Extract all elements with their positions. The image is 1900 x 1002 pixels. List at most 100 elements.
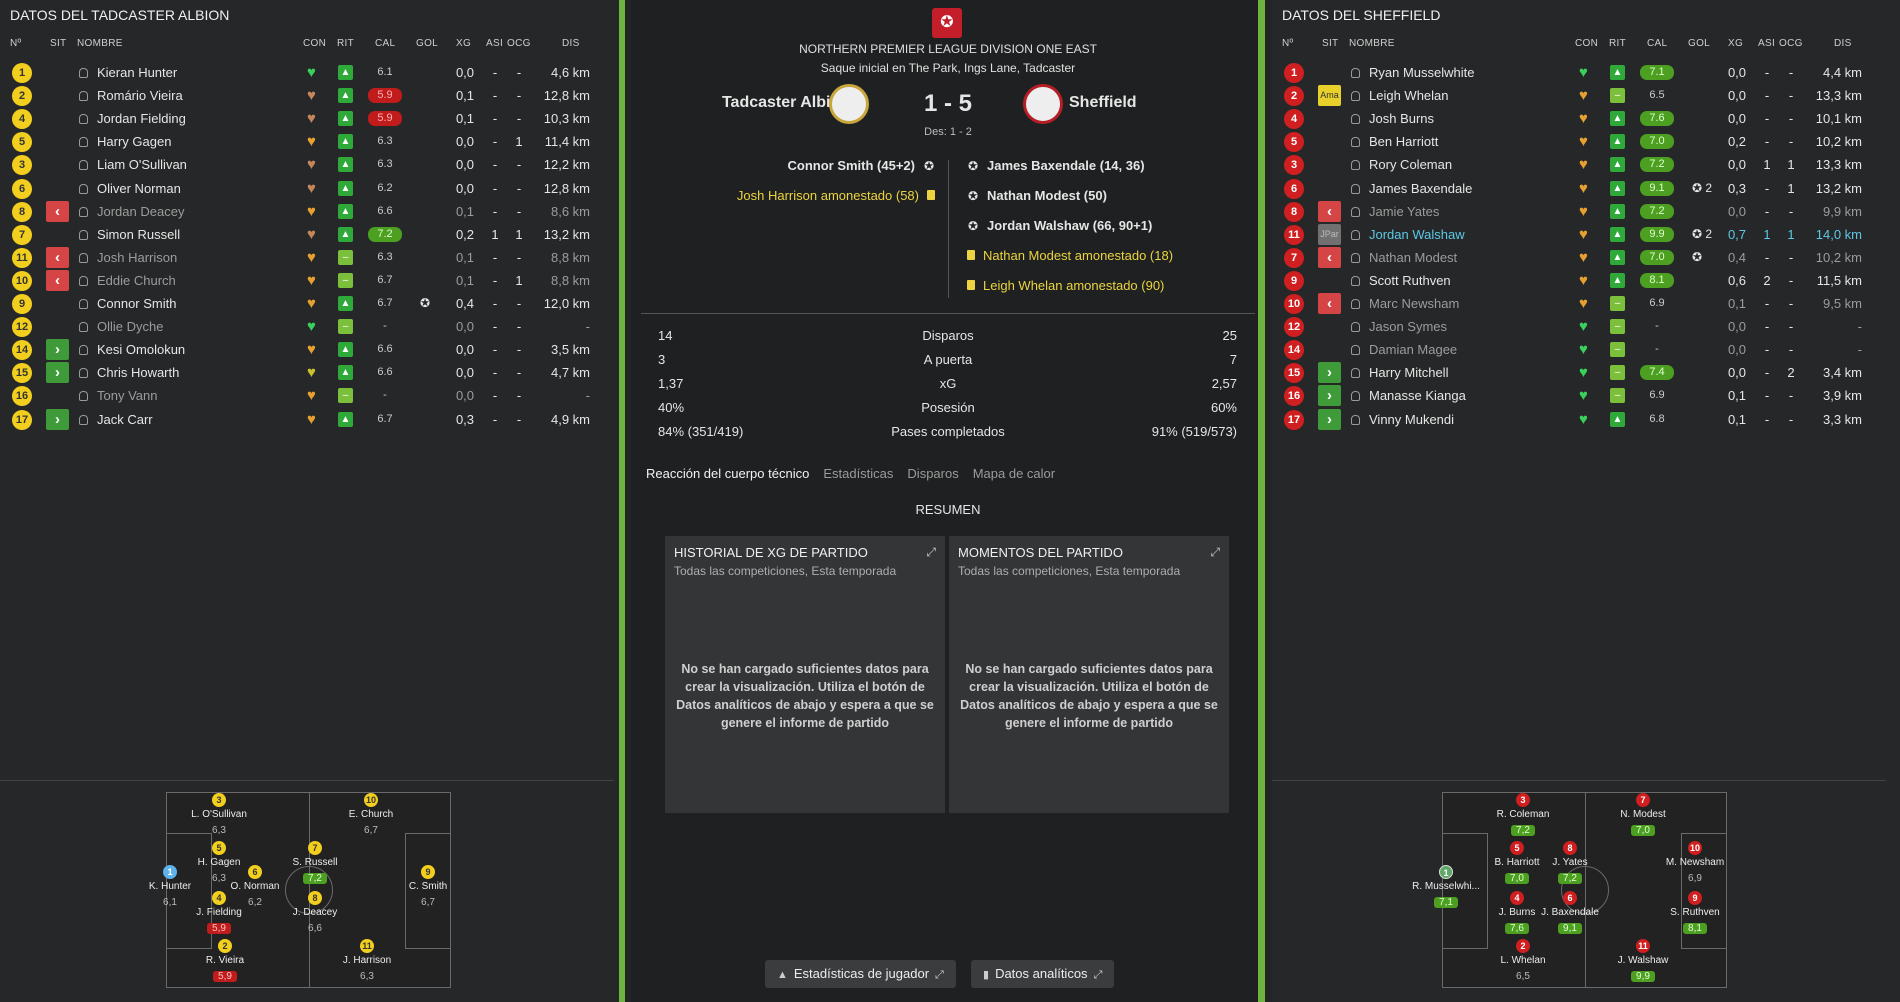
table-row[interactable]: 3 Liam O'Sullivan ♥ ▲ 6.3 0,0 - - 12,2 km <box>0 152 614 177</box>
player-name[interactable]: Scott Ruthven <box>1369 273 1451 288</box>
pitch-player[interactable]: 9 S. Ruthven 8,1 <box>1660 891 1730 936</box>
player-name[interactable]: Kesi Omolokun <box>97 342 185 357</box>
table-row[interactable]: 6 James Baxendale ♥ ▲ 9.1 ✪ 2 0,3 - 1 13,2 km <box>1272 176 1886 201</box>
col-rit[interactable]: RIT <box>1609 38 1626 49</box>
player-name[interactable]: Ryan Musselwhite <box>1369 65 1475 80</box>
player-name[interactable]: Nathan Modest <box>1369 250 1457 265</box>
table-row[interactable]: 11 JPar Jordan Walshaw ♥ ▲ 9.9 ✪ 2 0,7 1 1 14,0 km <box>1272 222 1886 247</box>
player-name[interactable]: Jordan Deacey <box>97 204 184 219</box>
pitch-player[interactable]: 4 J. Fielding 5,9 <box>184 891 254 936</box>
table-row[interactable]: 6 Oliver Norman ♥ ▲ 6.2 0,0 - - 12,8 km <box>0 176 614 201</box>
col-nombre[interactable]: NOMBRE <box>1349 38 1395 49</box>
col-ocg[interactable]: OCG <box>507 38 531 49</box>
table-row[interactable]: 7 ‹ Nathan Modest ♥ ▲ 7.0 ✪ 0,4 - - 10,2 km <box>1272 245 1886 270</box>
table-row[interactable]: 8 ‹ Jordan Deacey ♥ ▲ 6.6 0,1 - - 8,6 km <box>0 199 614 224</box>
col-sit[interactable]: SIT <box>50 38 66 49</box>
tab-4[interactable]: Mapa de calor <box>973 466 1055 481</box>
col-cal[interactable]: CAL <box>1647 38 1667 49</box>
pitch-player[interactable]: 2 L. Whelan 6,5 <box>1488 939 1558 984</box>
col-nombre[interactable]: NOMBRE <box>77 38 123 49</box>
table-row[interactable]: 12 Ollie Dyche ♥ – - 0,0 - - - <box>0 314 614 339</box>
pitch-player[interactable]: 3 R. Coleman 7,2 <box>1488 793 1558 838</box>
table-row[interactable]: 4 Josh Burns ♥ ▲ 7.6 0,0 - - 10,1 km <box>1272 106 1886 131</box>
expand-icon[interactable]: ⤢ <box>926 545 936 560</box>
player-name[interactable]: Marc Newsham <box>1369 296 1459 311</box>
pitch-player[interactable]: 11 J. Walshaw 9,9 <box>1608 939 1678 984</box>
table-row[interactable]: 7 Simon Russell ♥ ▲ 7.2 0,2 1 1 13,2 km <box>0 222 614 247</box>
table-row[interactable]: 10 ‹ Marc Newsham ♥ – 6.9 0,1 - - 9,5 km <box>1272 291 1886 316</box>
player-name[interactable]: Connor Smith <box>97 296 176 311</box>
player-name[interactable]: Chris Howarth <box>97 365 179 380</box>
table-row[interactable]: 11 ‹ Josh Harrison ♥ – 6.3 0,1 - - 8,8 km <box>0 245 614 270</box>
player-name[interactable]: Josh Burns <box>1369 111 1434 126</box>
player-name[interactable]: Jamie Yates <box>1369 204 1439 219</box>
pitch-player[interactable]: 10 M. Newsham 6,9 <box>1660 841 1730 886</box>
table-row[interactable]: 16 Tony Vann ♥ – - 0,0 - - - <box>0 383 614 408</box>
pitch-player[interactable]: 8 J. Yates 7,2 <box>1535 841 1605 886</box>
pitch-player[interactable]: 2 R. Vieira 5,9 <box>190 939 260 984</box>
col-num[interactable]: Nº <box>10 38 21 49</box>
table-row[interactable]: 14 › Kesi Omolokun ♥ ▲ 6.6 0,0 - - 3,5 km <box>0 337 614 362</box>
table-row[interactable]: 15 › Harry Mitchell ♥ –7.4 0,0 - 2 3,4 km <box>1272 360 1886 385</box>
player-stats-button[interactable]: ▲ Estadísticas de jugador ⤢ <box>765 960 956 988</box>
table-row[interactable]: 4 Jordan Fielding ♥ ▲ 5.9 0,1 - - 10,3 km <box>0 106 614 131</box>
col-dis[interactable]: DIS <box>1834 38 1852 49</box>
col-gol[interactable]: GOL <box>416 38 438 49</box>
away-team-crest[interactable] <box>1023 84 1063 124</box>
col-gol[interactable]: GOL <box>1688 38 1710 49</box>
player-name[interactable]: Jason Symes <box>1369 319 1447 334</box>
away-team-name[interactable]: Sheffield <box>1069 94 1137 112</box>
table-row[interactable]: 15 › Chris Howarth ♥ ▲ 6.6 0,0 - - 4,7 km <box>0 360 614 385</box>
tab-2[interactable]: Estadísticas <box>823 466 893 481</box>
table-row[interactable]: 5 Harry Gagen ♥ ▲ 6.3 0,0 - 1 11,4 km <box>0 129 614 154</box>
col-con[interactable]: CON <box>303 38 326 49</box>
col-rit[interactable]: RIT <box>337 38 354 49</box>
tab-3[interactable]: Disparos <box>907 466 958 481</box>
player-name[interactable]: Oliver Norman <box>97 181 181 196</box>
col-con[interactable]: CON <box>1575 38 1598 49</box>
pitch-player[interactable]: 6 J. Baxendale 9,1 <box>1535 891 1605 936</box>
table-row[interactable]: 2 Romário Vieira ♥ ▲ 5.9 0,1 - - 12,8 km <box>0 83 614 108</box>
player-name[interactable]: Jordan Fielding <box>97 111 186 126</box>
table-row[interactable]: 12 Jason Symes ♥ – - 0,0 - - - <box>1272 314 1886 339</box>
table-row[interactable]: 3 Rory Coleman ♥ ▲ 7.2 0,0 1 1 13,3 km <box>1272 152 1886 177</box>
table-row[interactable]: 1 Ryan Musselwhite ♥ ▲ 7.1 0,0 - - 4,4 km <box>1272 60 1886 85</box>
col-asi[interactable]: ASI <box>486 38 503 49</box>
table-row[interactable]: 17 › Jack Carr ♥ ▲ 6.7 0,3 - - 4,9 km <box>0 407 614 432</box>
table-row[interactable]: 2 Ama Leigh Whelan ♥ – 6.5 0,0 - - 13,3 km <box>1272 83 1886 108</box>
pitch-player[interactable]: 8 J. Deacey 6,6 <box>280 891 350 936</box>
col-num[interactable]: Nº <box>1282 38 1293 49</box>
pitch-player[interactable]: 9 C. Smith 6,7 <box>393 865 463 910</box>
table-row[interactable]: 14 Damian Magee ♥ – - 0,0 - - - <box>1272 337 1886 362</box>
player-name[interactable]: Kieran Hunter <box>97 65 177 80</box>
pitch-player[interactable]: 7 N. Modest 7,0 <box>1608 793 1678 838</box>
pitch-player[interactable]: 7 S. Russell 7,2 <box>280 841 350 886</box>
analytics-button[interactable]: ▮ Datos analíticos ⤢ <box>971 960 1115 988</box>
player-name[interactable]: Jack Carr <box>97 412 153 427</box>
pitch-player[interactable]: 3 L. O'Sullivan 6,3 <box>184 793 254 838</box>
player-name[interactable]: James Baxendale <box>1369 181 1472 196</box>
expand-icon[interactable]: ⤢ <box>1210 545 1220 560</box>
pitch-player[interactable]: 10 E. Church 6,7 <box>336 793 406 838</box>
player-name[interactable]: Jordan Walshaw <box>1369 227 1465 242</box>
col-sit[interactable]: SIT <box>1322 38 1338 49</box>
table-row[interactable]: 17 › Vinny Mukendi ♥ ▲ 6.8 0,1 - - 3,3 km <box>1272 407 1886 432</box>
player-name[interactable]: Harry Mitchell <box>1369 365 1448 380</box>
player-name[interactable]: Leigh Whelan <box>1369 88 1449 103</box>
player-name[interactable]: Romário Vieira <box>97 88 183 103</box>
player-name[interactable]: Rory Coleman <box>1369 157 1452 172</box>
player-name[interactable]: Ollie Dyche <box>97 319 163 334</box>
player-name[interactable]: Vinny Mukendi <box>1369 412 1454 427</box>
col-xg[interactable]: XG <box>1728 38 1743 49</box>
col-cal[interactable]: CAL <box>375 38 395 49</box>
table-row[interactable]: 8 ‹ Jamie Yates ♥ ▲ 7.2 0,0 - - 9,9 km <box>1272 199 1886 224</box>
col-xg[interactable]: XG <box>456 38 471 49</box>
table-row[interactable]: 16 › Manasse Kianga ♥ – 6.9 0,1 - - 3,9 km <box>1272 383 1886 408</box>
player-name[interactable]: Damian Magee <box>1369 342 1457 357</box>
player-name[interactable]: Ben Harriott <box>1369 134 1438 149</box>
player-name[interactable]: Simon Russell <box>97 227 180 242</box>
pitch-player[interactable]: 1 R. Musselwhi... 7,1 <box>1411 865 1481 910</box>
table-row[interactable]: 9 Connor Smith ♥ ▲ 6.7 ✪ 0,4 - - 12,0 km <box>0 291 614 316</box>
player-name[interactable]: Manasse Kianga <box>1369 388 1466 403</box>
player-name[interactable]: Tony Vann <box>97 388 157 403</box>
